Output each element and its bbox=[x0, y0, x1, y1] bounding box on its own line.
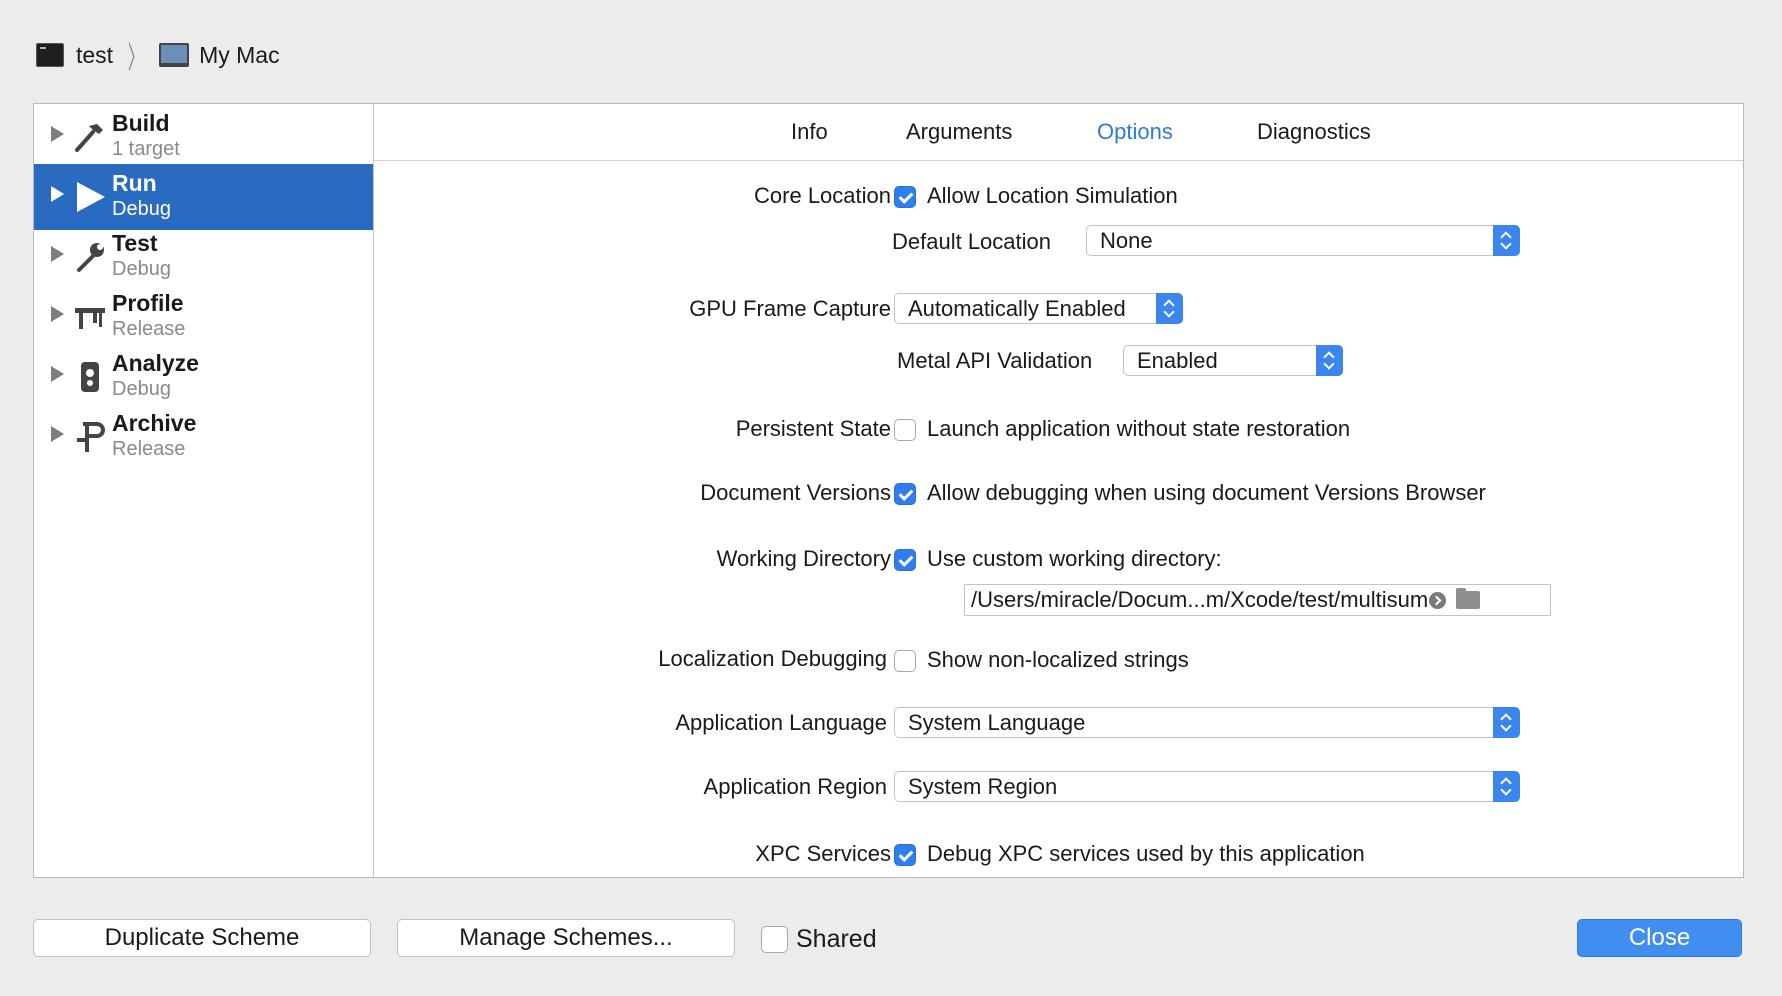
working-directory-label: Working Directory bbox=[716, 546, 891, 571]
application-region-label: Application Region bbox=[703, 774, 887, 799]
xpc-services-label: XPC Services bbox=[755, 841, 891, 866]
metal-api-validation-popup[interactable]: Enabled bbox=[1123, 345, 1343, 376]
folder-icon[interactable] bbox=[1456, 588, 1480, 609]
sidebar-item-label: Profile bbox=[112, 290, 184, 316]
disclosure-triangle-icon[interactable] bbox=[51, 306, 64, 322]
debug-xpc-services-label[interactable]: Debug XPC services used by this applicat… bbox=[927, 841, 1365, 867]
gpu-frame-capture-popup[interactable]: Automatically Enabled bbox=[894, 293, 1183, 324]
scheme-editor: Build 1 target Run Debug Test Debug Prof… bbox=[33, 103, 1744, 878]
terminal-app-icon bbox=[36, 43, 64, 67]
disclosure-triangle-icon[interactable] bbox=[51, 186, 64, 202]
application-language-label: Application Language bbox=[675, 710, 887, 735]
core-location-label: Core Location bbox=[754, 183, 891, 208]
disclosure-triangle-icon[interactable] bbox=[51, 126, 64, 142]
manage-schemes-button[interactable]: Manage Schemes... bbox=[397, 919, 735, 957]
launch-without-restoration-checkbox[interactable] bbox=[894, 419, 916, 441]
document-versions-label: Document Versions bbox=[700, 480, 891, 505]
custom-working-directory-checkbox[interactable] bbox=[894, 549, 916, 571]
close-button[interactable]: Close bbox=[1577, 919, 1742, 957]
tab-options[interactable]: Options bbox=[1097, 119, 1173, 145]
popup-arrows-icon bbox=[1493, 771, 1520, 802]
debug-xpc-services-checkbox[interactable] bbox=[894, 844, 916, 866]
disclosure-triangle-icon[interactable] bbox=[51, 246, 64, 262]
analyze-icon bbox=[72, 359, 108, 395]
sidebar-item-label: Test bbox=[112, 230, 158, 256]
chevron-right-icon: 〉 bbox=[127, 42, 145, 75]
duplicate-scheme-button[interactable]: Duplicate Scheme bbox=[33, 919, 371, 957]
sidebar-item-test[interactable]: Test Debug bbox=[34, 224, 373, 290]
application-region-popup[interactable]: System Region bbox=[894, 771, 1520, 802]
show-non-localized-label[interactable]: Show non-localized strings bbox=[927, 647, 1189, 673]
sidebar-item-sublabel: Debug bbox=[112, 198, 171, 220]
localization-debugging-label: Localization Debugging bbox=[658, 646, 887, 671]
working-directory-path: /Users/miracle/Docum...m/Xcode/test/mult… bbox=[971, 587, 1429, 612]
allow-location-simulation-label[interactable]: Allow Location Simulation bbox=[927, 183, 1178, 209]
allow-location-simulation-checkbox[interactable] bbox=[894, 186, 916, 208]
application-region-value: System Region bbox=[908, 774, 1058, 799]
tab-diagnostics[interactable]: Diagnostics bbox=[1257, 119, 1371, 145]
popup-arrows-icon bbox=[1493, 225, 1520, 256]
sidebar-item-label: Archive bbox=[112, 410, 197, 436]
application-language-value: System Language bbox=[908, 710, 1086, 735]
sidebar-item-archive[interactable]: Archive Release bbox=[34, 404, 373, 470]
default-location-label: Default Location bbox=[892, 229, 1051, 254]
sidebar-item-sublabel: Release bbox=[112, 318, 186, 340]
shared-checkbox[interactable] bbox=[761, 926, 788, 953]
disclosure-triangle-icon[interactable] bbox=[51, 366, 64, 382]
sidebar-item-label: Build bbox=[112, 110, 170, 136]
scheme-name[interactable]: test bbox=[76, 42, 113, 69]
gpu-frame-capture-value: Automatically Enabled bbox=[908, 296, 1126, 321]
popup-arrows-icon bbox=[1493, 707, 1520, 738]
popup-arrows-icon bbox=[1156, 293, 1183, 324]
sidebar: Build 1 target Run Debug Test Debug Prof… bbox=[34, 104, 374, 877]
options-panel: Info Arguments Options Diagnostics Core … bbox=[374, 104, 1743, 877]
custom-working-directory-label[interactable]: Use custom working directory: bbox=[927, 546, 1222, 572]
launch-without-restoration-label[interactable]: Launch application without state restora… bbox=[927, 416, 1350, 442]
metal-api-validation-value: Enabled bbox=[1137, 348, 1218, 373]
sidebar-item-label: Run bbox=[112, 170, 157, 196]
default-location-popup[interactable]: None bbox=[1086, 225, 1520, 256]
sidebar-item-sublabel: 1 target bbox=[112, 138, 180, 160]
metal-api-validation-label: Metal API Validation bbox=[897, 348, 1093, 373]
sidebar-item-analyze[interactable]: Analyze Debug bbox=[34, 344, 373, 410]
show-non-localized-checkbox[interactable] bbox=[894, 650, 916, 672]
sidebar-item-sublabel: Debug bbox=[112, 258, 171, 280]
sidebar-item-label: Analyze bbox=[112, 350, 199, 376]
application-language-popup[interactable]: System Language bbox=[894, 707, 1520, 738]
breadcrumb: test 〉 My Mac bbox=[36, 40, 280, 75]
allow-debugging-versions-checkbox[interactable] bbox=[894, 483, 916, 505]
hammer-icon bbox=[72, 119, 108, 155]
reveal-arrow-icon[interactable] bbox=[1429, 592, 1446, 609]
laptop-icon bbox=[159, 43, 190, 67]
allow-debugging-versions-label[interactable]: Allow debugging when using document Vers… bbox=[927, 480, 1486, 506]
destination-name[interactable]: My Mac bbox=[199, 42, 280, 69]
sidebar-item-sublabel: Release bbox=[112, 438, 186, 460]
sidebar-item-sublabel: Debug bbox=[112, 378, 171, 400]
shared-label[interactable]: Shared bbox=[796, 925, 877, 954]
persistent-state-label: Persistent State bbox=[735, 416, 891, 441]
tab-arguments[interactable]: Arguments bbox=[906, 119, 1012, 145]
default-location-value: None bbox=[1100, 228, 1153, 253]
caliper-icon bbox=[72, 299, 108, 335]
gpu-frame-capture-label: GPU Frame Capture bbox=[689, 296, 891, 321]
tab-bar: Info Arguments Options Diagnostics bbox=[374, 104, 1743, 161]
working-directory-path-field[interactable]: /Users/miracle/Docum...m/Xcode/test/mult… bbox=[964, 584, 1551, 616]
sidebar-item-run[interactable]: Run Debug bbox=[34, 164, 373, 230]
sidebar-item-build[interactable]: Build 1 target bbox=[34, 104, 373, 170]
archive-icon bbox=[72, 419, 108, 455]
tab-info[interactable]: Info bbox=[791, 119, 828, 145]
popup-arrows-icon bbox=[1316, 345, 1343, 376]
sidebar-item-profile[interactable]: Profile Release bbox=[34, 284, 373, 350]
play-icon bbox=[72, 179, 108, 215]
wrench-icon bbox=[72, 239, 108, 275]
disclosure-triangle-icon[interactable] bbox=[51, 426, 64, 442]
